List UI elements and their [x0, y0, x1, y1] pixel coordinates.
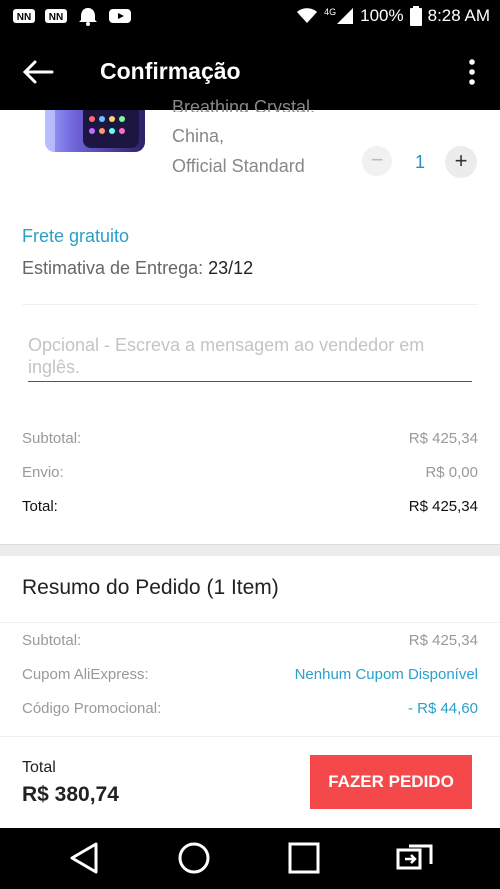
- switch-app-icon[interactable]: [395, 840, 435, 876]
- app-dot: [119, 128, 125, 134]
- battery-percent: 100%: [360, 6, 404, 25]
- nn-icon: NN: [45, 9, 67, 23]
- recents-square-icon[interactable]: [284, 840, 324, 876]
- variant-color: Breathing Crystal,: [172, 98, 316, 112]
- clock: 8:28 AM: [427, 6, 490, 25]
- total-value: R$ 425,34: [408, 498, 478, 515]
- nn-icon: NN: [13, 9, 35, 23]
- back-arrow-icon[interactable]: [20, 56, 56, 88]
- signal-icon: [337, 8, 354, 24]
- back-triangle-icon[interactable]: [66, 840, 106, 876]
- subtotal-label: Subtotal:: [22, 430, 82, 447]
- phone-edge: [45, 110, 55, 152]
- order-summary-title: Resumo do Pedido (1 Item): [22, 576, 279, 599]
- more-options-icon[interactable]: [464, 56, 480, 88]
- phone-screen: [83, 110, 139, 148]
- shipping-value: R$ 0,00: [425, 464, 478, 481]
- youtube-icon: [109, 9, 131, 23]
- screen: NN NN 4G 100% 8:28 AM Confirmação Breath…: [0, 0, 500, 889]
- free-shipping-label[interactable]: Frete gratuito: [22, 226, 129, 247]
- app-dot: [119, 116, 125, 122]
- battery-icon: [409, 6, 422, 26]
- app-dot: [89, 116, 95, 122]
- navigation-bar: [0, 828, 500, 889]
- seller-message-input[interactable]: [28, 334, 472, 382]
- coupon-value[interactable]: Nenhum Cupom Disponível: [295, 666, 478, 683]
- divider: [0, 622, 500, 623]
- page-title: Confirmação: [100, 58, 241, 84]
- total-label: Total:: [22, 498, 58, 515]
- section-divider: [0, 544, 500, 556]
- subtotal-value: R$ 425,34: [408, 430, 478, 447]
- product-item: Breathing Crystal, China, Official Stand…: [0, 98, 500, 210]
- status-bar: NN NN 4G 100% 8:28 AM: [0, 0, 500, 34]
- svg-text:NN: NN: [49, 12, 63, 23]
- variant-option: Official Standard: [172, 156, 305, 176]
- product-image[interactable]: [45, 110, 145, 152]
- network-type: 4G: [324, 7, 337, 17]
- promo-code-label: Código Promocional:: [22, 700, 162, 717]
- variant-ship-from: China,: [172, 126, 225, 146]
- coupon-label: Cupom AliExpress:: [22, 666, 149, 683]
- quantity-decrease-button[interactable]: −: [362, 146, 392, 176]
- checkout-bar: Total R$ 380,74 FAZER PEDIDO: [0, 736, 500, 828]
- app-dot: [99, 116, 105, 122]
- app-dot: [99, 128, 105, 134]
- wifi-icon: [297, 8, 318, 23]
- shipping-label: Envio:: [22, 464, 64, 481]
- divider: [22, 304, 478, 305]
- grand-total-label: Total: [22, 759, 56, 776]
- delivery-date: 23/12: [208, 258, 254, 278]
- app-dot: [109, 128, 115, 134]
- system-indicators: 4G 100% 8:28 AM: [296, 6, 490, 26]
- delivery-estimate: Estimativa de Entrega: 23/12: [22, 258, 253, 279]
- subtotal-label: Subtotal:: [22, 632, 82, 649]
- quantity-increase-button[interactable]: +: [445, 146, 477, 178]
- home-circle-icon[interactable]: [174, 840, 214, 876]
- delivery-label: Estimativa de Entrega:: [22, 258, 204, 278]
- dnd-icon: [79, 8, 97, 26]
- grand-total-amount: R$ 380,74: [22, 783, 119, 806]
- promo-code-value[interactable]: - R$ 44,60: [408, 700, 478, 717]
- subtotal-value: R$ 425,34: [408, 632, 478, 649]
- quantity-value: 1: [414, 152, 425, 172]
- notification-icons: NN NN: [12, 6, 132, 26]
- app-dot: [89, 128, 95, 134]
- svg-text:NN: NN: [17, 12, 31, 23]
- place-order-button[interactable]: FAZER PEDIDO: [310, 755, 472, 809]
- app-dot: [109, 116, 115, 122]
